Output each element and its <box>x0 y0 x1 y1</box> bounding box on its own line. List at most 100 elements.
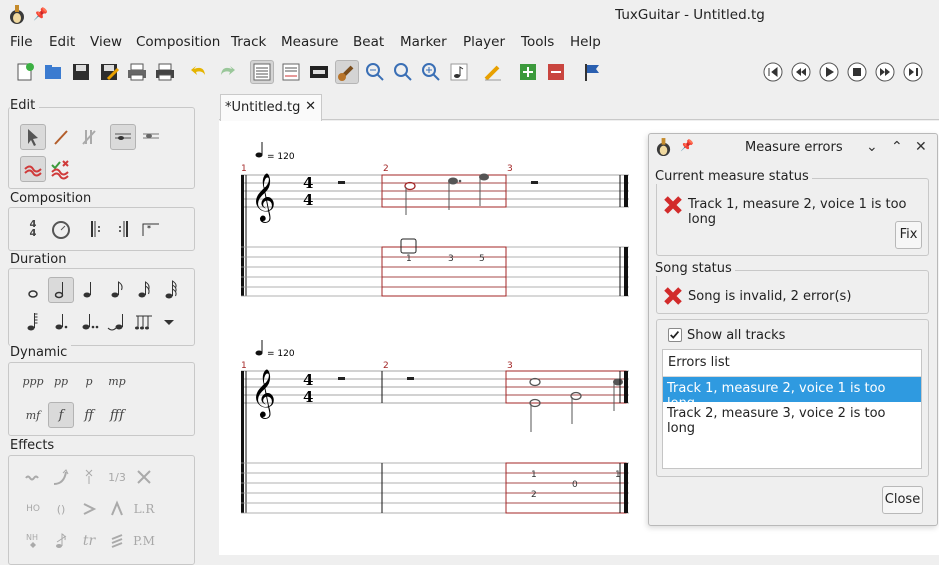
hammer-on-icon[interactable]: HO <box>20 496 46 522</box>
parentheses-icon[interactable]: () <box>48 496 74 522</box>
first-icon[interactable] <box>761 60 785 84</box>
menu-edit[interactable]: Edit <box>49 34 75 50</box>
print-preview-icon[interactable] <box>125 60 149 84</box>
redo-icon[interactable] <box>215 60 239 84</box>
grace-note-icon[interactable] <box>48 528 74 554</box>
accent-icon[interactable] <box>76 496 102 522</box>
let-ring-icon[interactable]: L.R <box>131 496 157 522</box>
close-tab-icon[interactable]: ✕ <box>305 99 316 114</box>
sixteenth-note-icon[interactable] <box>131 277 157 303</box>
voice-2-icon[interactable] <box>138 124 164 150</box>
dotted-note-icon[interactable] <box>48 309 74 335</box>
show-all-tracks-checkbox[interactable] <box>668 328 682 342</box>
quarter-note-icon[interactable] <box>76 277 102 303</box>
menu-marker[interactable]: Marker <box>400 34 447 50</box>
guitar-fretboard-icon[interactable] <box>335 60 359 84</box>
half-note-icon[interactable] <box>48 277 74 303</box>
next-icon[interactable] <box>873 60 897 84</box>
chevron-down-icon[interactable] <box>156 309 182 335</box>
score-view-icon[interactable] <box>250 60 274 84</box>
ghost-note-icon[interactable]: 1/3 <box>104 464 130 490</box>
palm-mute-icon[interactable]: P.M <box>131 528 157 554</box>
note-icon[interactable] <box>447 60 471 84</box>
thirty-second-note-icon[interactable] <box>158 277 184 303</box>
menu-help[interactable]: Help <box>570 34 601 50</box>
new-file-icon[interactable] <box>13 60 37 84</box>
marker-flag-icon[interactable] <box>580 60 604 84</box>
edit-pencil-icon[interactable] <box>481 60 505 84</box>
list-item[interactable]: Track 2, measure 3, voice 2 is too long <box>663 402 921 436</box>
zoom-in-icon[interactable] <box>419 60 443 84</box>
check-errors-icon[interactable] <box>48 156 74 182</box>
menu-beat[interactable]: Beat <box>353 34 384 50</box>
pin-icon[interactable]: 📌 <box>680 139 694 152</box>
last-icon[interactable] <box>901 60 925 84</box>
minimize-icon[interactable]: ⌄ <box>866 139 878 155</box>
menu-file[interactable]: File <box>10 34 33 50</box>
menu-tools[interactable]: Tools <box>521 34 554 50</box>
fix-button[interactable]: Fix <box>895 221 922 249</box>
select-cursor-icon[interactable] <box>20 124 46 150</box>
double-dotted-note-icon[interactable] <box>76 309 102 335</box>
stop-icon[interactable] <box>845 60 869 84</box>
tuplet-icon[interactable] <box>131 309 157 335</box>
alternative-ending-icon[interactable]: * <box>138 216 164 242</box>
close-button[interactable]: Close <box>882 486 923 514</box>
dynamic-ppp[interactable]: ppp <box>20 368 46 394</box>
open-file-icon[interactable] <box>41 60 65 84</box>
dynamic-f[interactable]: f <box>48 402 74 428</box>
menu-track[interactable]: Track <box>231 34 266 50</box>
tied-note-icon[interactable] <box>104 309 130 335</box>
save-as-icon[interactable] <box>97 60 121 84</box>
zoom-reset-icon[interactable] <box>391 60 415 84</box>
tab-untitled[interactable]: *Untitled.tg ✕ <box>220 94 322 121</box>
tremolo-picking-icon[interactable] <box>104 528 130 554</box>
vibrato-icon[interactable] <box>20 464 46 490</box>
time-signature-icon[interactable]: 44 <box>20 216 46 242</box>
save-icon[interactable] <box>69 60 93 84</box>
close-icon[interactable]: ✕ <box>915 139 927 155</box>
dynamic-pp[interactable]: pp <box>48 368 74 394</box>
trill-icon[interactable]: tr <box>76 528 102 554</box>
heavy-accent-icon[interactable] <box>104 496 130 522</box>
dynamic-mf[interactable]: mf <box>20 402 46 428</box>
remove-track-icon[interactable] <box>544 60 568 84</box>
print-icon[interactable] <box>153 60 177 84</box>
dynamic-fff[interactable]: fff <box>104 402 130 428</box>
repeat-open-icon[interactable] <box>83 216 109 242</box>
menu-view[interactable]: View <box>90 34 122 50</box>
show-all-tracks-label[interactable]: Show all tracks <box>687 328 785 343</box>
tempo-icon[interactable] <box>48 216 74 242</box>
maximize-icon[interactable]: ⌃ <box>891 139 903 155</box>
dead-note-icon[interactable] <box>76 464 102 490</box>
whole-note-icon[interactable] <box>20 277 46 303</box>
menu-composition[interactable]: Composition <box>136 34 220 50</box>
menu-player[interactable]: Player <box>463 34 505 50</box>
sixty-fourth-note-icon[interactable] <box>20 309 46 335</box>
tab-label: *Untitled.tg <box>225 100 301 115</box>
tab-view-icon[interactable] <box>279 60 303 84</box>
document-tabs: *Untitled.tg ✕ <box>219 93 939 121</box>
menu-measure[interactable]: Measure <box>281 34 338 50</box>
repeat-close-icon[interactable] <box>110 216 136 242</box>
add-track-icon[interactable] <box>516 60 540 84</box>
eighth-note-icon[interactable] <box>104 277 130 303</box>
dynamic-ff[interactable]: ff <box>76 402 102 428</box>
tab-cursor[interactable] <box>400 238 417 254</box>
no-edit-icon[interactable] <box>76 124 102 150</box>
play-icon[interactable] <box>817 60 841 84</box>
bend-icon[interactable] <box>48 464 74 490</box>
list-item[interactable]: Track 1, measure 2, voice 1 is too long <box>663 377 921 411</box>
beam-icon[interactable] <box>20 156 46 182</box>
pin-icon[interactable]: 📌 <box>33 7 48 21</box>
previous-icon[interactable] <box>789 60 813 84</box>
edit-note-icon[interactable] <box>48 124 74 150</box>
dynamic-p[interactable]: p <box>76 368 102 394</box>
undo-icon[interactable] <box>187 60 211 84</box>
dynamic-mp[interactable]: mp <box>104 368 130 394</box>
slide-icon[interactable] <box>131 464 157 490</box>
zoom-out-icon[interactable] <box>363 60 387 84</box>
voice-1-icon[interactable] <box>110 124 136 150</box>
natural-harmonic-icon[interactable]: NH <box>20 528 46 554</box>
page-layout-icon[interactable] <box>307 60 331 84</box>
